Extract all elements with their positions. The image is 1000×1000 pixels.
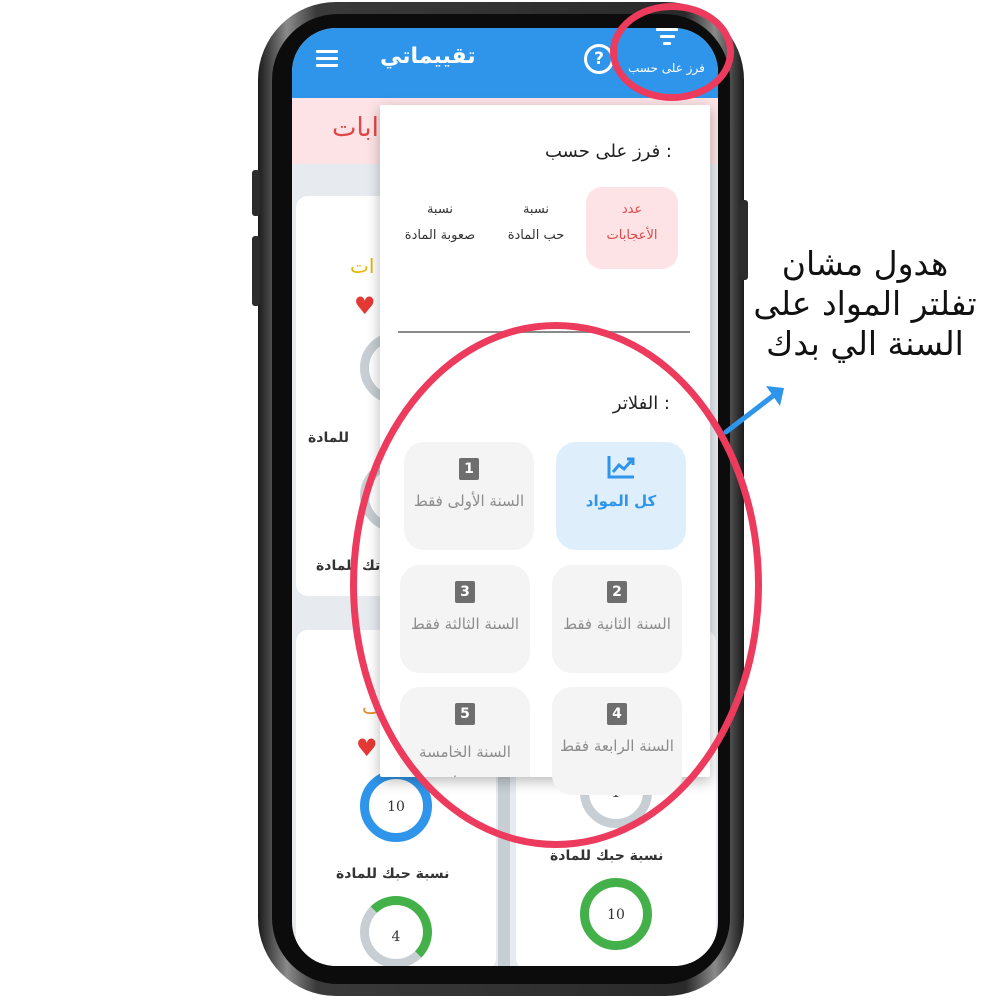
app-title: تقييماتي (380, 44, 476, 69)
rating-ring: 10 (580, 878, 652, 950)
annotation-line: السنة الي بدك (766, 324, 964, 363)
sort-option-line: نسبة (522, 202, 550, 217)
background-banner-text: ابات (332, 113, 379, 143)
sort-option-likes[interactable]: عدد الأعجابات (586, 187, 678, 269)
background-label: نسبة حبك للمادة (550, 848, 664, 864)
highlight-circle (350, 322, 762, 848)
sort-option-line: صعوبة المادة (404, 228, 476, 243)
highlight-circle (610, 3, 734, 101)
background-label: للمادة (308, 430, 350, 446)
menu-icon[interactable] (316, 50, 338, 68)
arrow-icon (723, 386, 784, 435)
volume-button (252, 236, 260, 306)
sort-section-title: فرز على حسب : (544, 141, 672, 162)
rating-value: 4 (391, 929, 401, 945)
rating-value: 10 (387, 799, 405, 815)
heart-icon: ♥ (354, 292, 376, 320)
sort-option-line: حب المادة (507, 228, 565, 243)
annotation-line: تفلتر المواد على (753, 284, 977, 323)
stage: ابات ات ♥ للمادة تك للمادة ف ♥ 10 1 نسبة… (0, 0, 1000, 1000)
rating-ring: 4 (360, 896, 432, 966)
annotation-line: هدول مشان (781, 244, 949, 283)
rating-value: 10 (607, 907, 625, 923)
sort-option-line: نسبة (426, 202, 454, 217)
background-label: نسبة حبك للمادة (336, 866, 450, 882)
volume-button (252, 170, 260, 216)
sort-option-line: الأعجابات (606, 228, 658, 243)
heart-icon: ♥ (356, 734, 378, 762)
annotation-note: هدول مشان تفلتر المواد على السنة الي بدك (740, 244, 990, 364)
background-card-title: ات (350, 254, 375, 278)
sort-option-line: عدد (621, 202, 643, 217)
sort-option-love[interactable]: نسبة حب المادة (490, 187, 582, 269)
sort-option-difficulty[interactable]: نسبة صعوبة المادة (394, 187, 486, 269)
